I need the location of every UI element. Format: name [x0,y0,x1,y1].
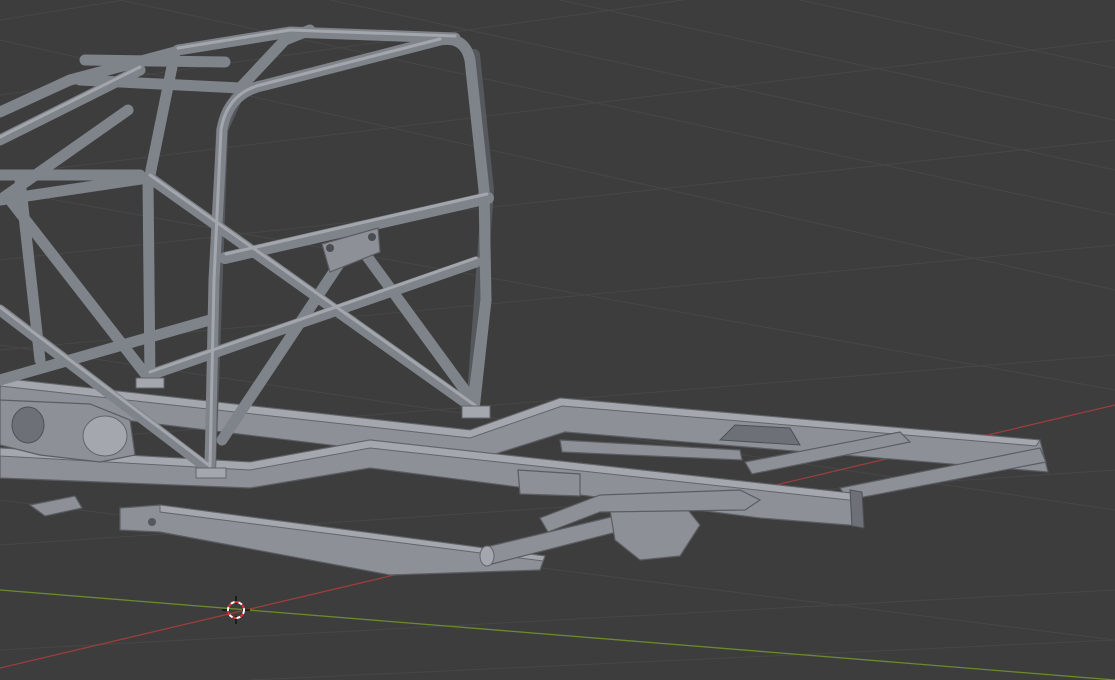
gusset-hole-2 [368,233,376,241]
foot-plate-2 [135,377,165,389]
roof-link [79,54,231,68]
small-bracket-left[interactable] [28,495,83,517]
foot-plate-1 [195,467,227,479]
roof-diagonal [144,46,181,181]
foot-plate-3 [461,405,491,419]
rail-bracket[interactable] [517,469,581,497]
a-pillar [142,174,156,386]
gusset-hole-1 [326,244,334,252]
viewport-canvas[interactable] [0,0,1115,680]
transmission-bell [82,415,128,457]
3d-viewport[interactable] [0,0,1115,680]
3d-cursor-icon[interactable] [222,596,250,624]
axle-end [479,545,495,567]
arm-bolt [148,518,156,526]
transmission-gear [11,406,45,444]
rail-end-cap [849,489,865,529]
y-axis-line [0,589,1115,680]
